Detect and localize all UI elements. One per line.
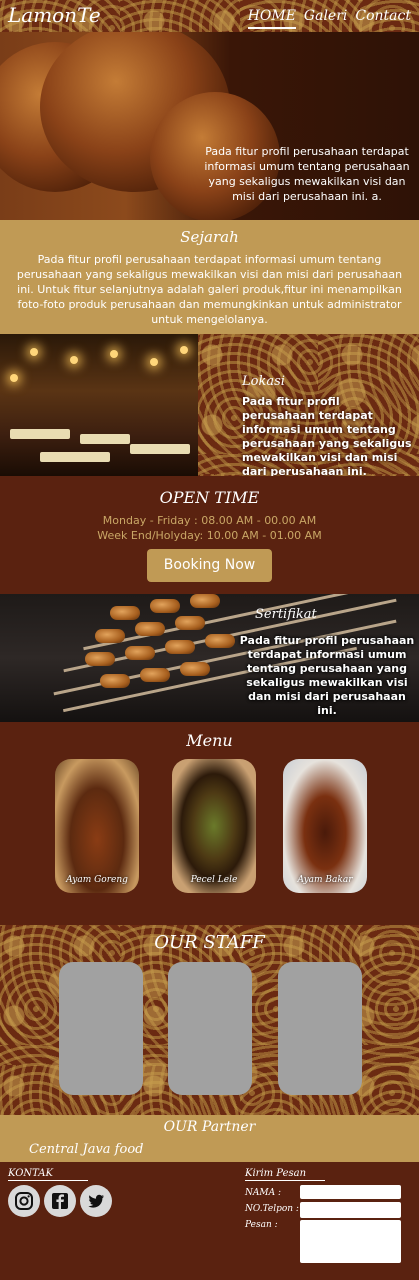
booking-button[interactable]: Booking Now	[147, 549, 272, 582]
brand-logo[interactable]: LamonTe	[8, 3, 101, 27]
menu-section: Menu Ayam Goreng Pecel Lele Ayam Bakar	[0, 722, 419, 925]
nav-contact[interactable]: Contact	[355, 8, 411, 29]
facebook-icon[interactable]	[44, 1185, 76, 1217]
nama-input[interactable]	[300, 1185, 401, 1199]
open-time-title: OPEN TIME	[159, 488, 260, 507]
open-weekday: Monday - Friday : 08.00 AM - 00.00 AM	[102, 514, 317, 527]
nav-galeri[interactable]: Galeri	[304, 8, 347, 29]
lokasi-text: Pada fitur profil perusahaan terdapat in…	[242, 395, 412, 478]
kontak-title: KONTAK	[8, 1168, 88, 1181]
nav-home[interactable]: HOME	[247, 8, 296, 29]
staff-section: OUR STAFF	[0, 925, 419, 1115]
twitter-icon[interactable]	[80, 1185, 112, 1217]
telp-label: NO.Telpon :	[245, 1204, 299, 1214]
sejarah-title: Sejarah	[180, 228, 239, 246]
pesan-label: Pesan :	[245, 1220, 278, 1230]
staff-title: OUR STAFF	[154, 932, 265, 953]
footer: KONTAK Kirim Pesan NAMA : NO.Telpon : Pe…	[0, 1162, 419, 1280]
menu-card-ayam-goreng[interactable]: Ayam Goreng	[55, 759, 139, 893]
lokasi-panel: Lokasi Pada fitur profil perusahaan terd…	[198, 334, 419, 478]
site-header: LamonTe HOME Galeri Contact	[0, 0, 419, 32]
sejarah-section: Sejarah Pada fitur profil perusahaan ter…	[0, 220, 419, 334]
menu-card-ayam-bakar[interactable]: Ayam Bakar	[283, 759, 367, 893]
telp-input[interactable]	[300, 1202, 401, 1218]
hero-banner: Pada fitur profil perusahaan terdapat in…	[0, 32, 419, 220]
staff-card-1[interactable]	[59, 962, 143, 1095]
open-time-section: OPEN TIME Monday - Friday : 08.00 AM - 0…	[0, 476, 419, 594]
menu-card-label: Ayam Goreng	[66, 875, 128, 885]
sejarah-text: Pada fitur profil perusahaan terdapat in…	[16, 253, 403, 326]
staff-card-2[interactable]	[168, 962, 252, 1095]
staff-card-3[interactable]	[278, 962, 362, 1095]
restaurant-photo	[0, 334, 198, 476]
menu-card-label: Pecel Lele	[190, 875, 238, 885]
hero-text: Pada fitur profil perusahaan terdapat in…	[204, 145, 410, 203]
menu-card-pecel-lele[interactable]: Pecel Lele	[172, 759, 256, 893]
form-title: Kirim Pesan	[245, 1168, 325, 1181]
lokasi-section: Lokasi Pada fitur profil perusahaan terd…	[0, 334, 419, 478]
sertifikat-title: Sertifikat	[255, 607, 317, 622]
instagram-icon[interactable]	[8, 1185, 40, 1217]
partner-name[interactable]: Central Java food	[29, 1142, 143, 1157]
partner-title: OUR Partner	[163, 1119, 256, 1135]
nama-label: NAMA :	[245, 1188, 281, 1198]
lokasi-title: Lokasi	[242, 374, 285, 389]
main-nav: HOME Galeri Contact	[247, 8, 411, 29]
menu-card-label: Ayam Bakar	[297, 875, 353, 885]
sertifikat-section: Sertifikat Pada fitur profil perusahaan …	[0, 594, 419, 722]
partner-section: OUR Partner Central Java food	[0, 1115, 419, 1162]
menu-title: Menu	[186, 731, 233, 750]
pesan-input[interactable]	[300, 1220, 401, 1263]
sertifikat-text: Pada fitur profil perusahaan terdapat in…	[239, 634, 415, 717]
open-weekend: Week End/Holyday: 10.00 AM - 01.00 AM	[97, 529, 322, 542]
